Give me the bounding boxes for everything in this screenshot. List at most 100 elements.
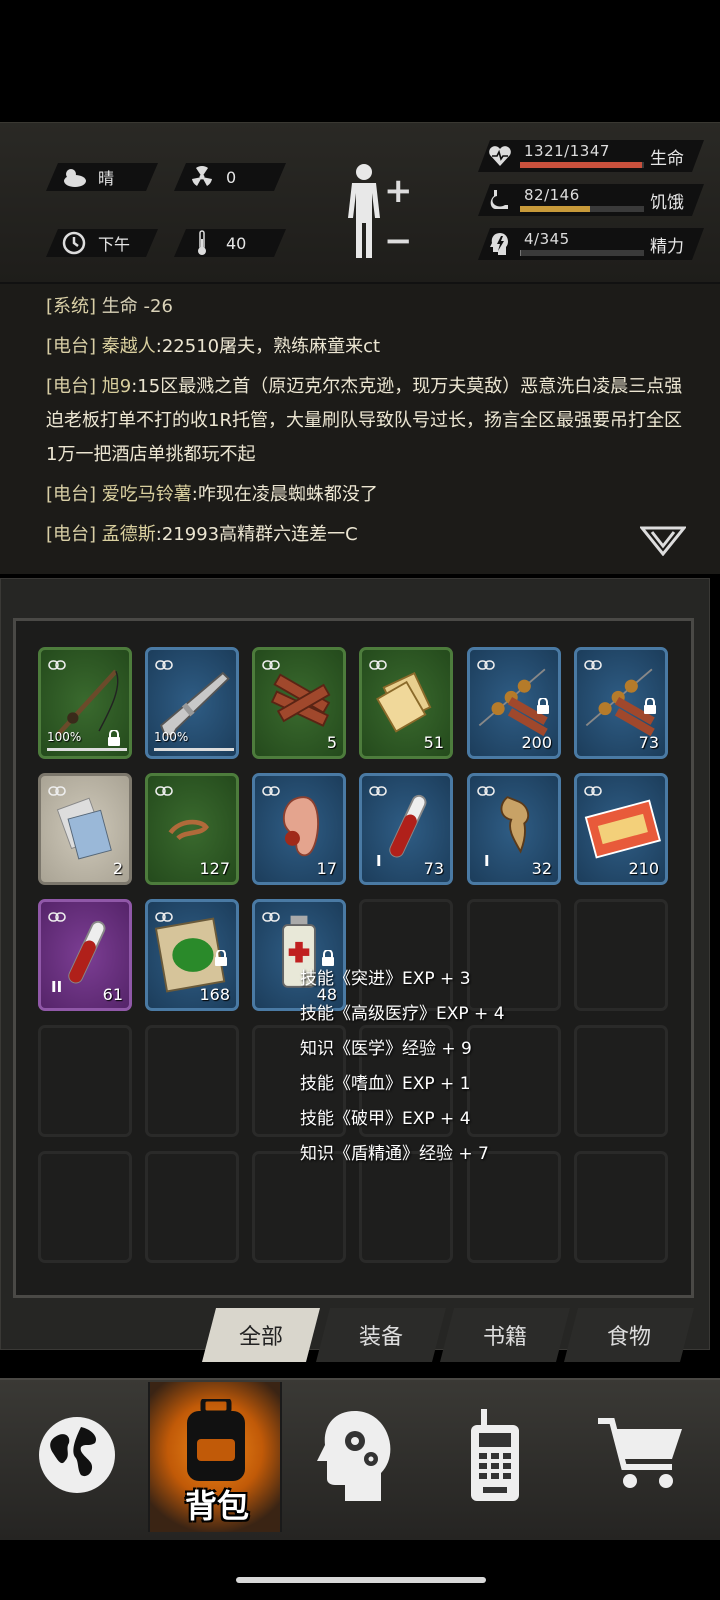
- durability-bar: [47, 748, 127, 751]
- nav-backpack-button[interactable]: 背包: [148, 1382, 282, 1532]
- nav-map-button[interactable]: [12, 1382, 142, 1532]
- inventory-slot[interactable]: 200: [467, 647, 561, 759]
- inventory-slot[interactable]: 127: [145, 773, 239, 885]
- item-count: 168: [199, 985, 230, 1004]
- inventory-slot-empty[interactable]: [38, 1151, 132, 1263]
- link-icon: [369, 655, 387, 670]
- inventory-slot[interactable]: 17: [252, 773, 346, 885]
- exp-line: 技能《突进》EXP + 3: [300, 969, 471, 989]
- plus-icon[interactable]: +: [384, 171, 413, 211]
- lock-icon: [643, 697, 657, 714]
- inventory-slot[interactable]: 210: [574, 773, 668, 885]
- time-of-day-text: 下午: [98, 235, 131, 254]
- item-count: 210: [628, 859, 659, 878]
- inventory-slot[interactable]: 100%: [38, 647, 132, 759]
- life-bar: [520, 162, 644, 168]
- tier-badge: I: [376, 852, 382, 870]
- durability-bar: [154, 748, 234, 751]
- inventory-slot-empty[interactable]: [145, 1025, 239, 1137]
- log-line: [电台] 孟德斯:21993高精群六连差一C: [46, 524, 358, 545]
- time-pill: 下午: [46, 229, 158, 257]
- radiation-value: 0: [226, 167, 237, 187]
- item-count: 17: [316, 859, 337, 878]
- head-bolt-icon: [488, 232, 512, 256]
- exp-line: 技能《高级医疗》EXP + 4: [300, 1004, 505, 1024]
- link-icon: [584, 781, 602, 796]
- log-line: [系统] 生命 -26: [46, 296, 173, 317]
- link-icon: [369, 781, 387, 796]
- inventory-slot-empty[interactable]: [145, 1151, 239, 1263]
- inventory-slot[interactable]: 100%: [145, 647, 239, 759]
- item-count: 73: [638, 733, 659, 752]
- link-icon: [262, 907, 280, 922]
- lock-icon: [214, 949, 228, 966]
- temperature-value: 40: [226, 233, 247, 253]
- link-icon: [584, 655, 602, 670]
- home-indicator[interactable]: [236, 1577, 486, 1583]
- log-line: [电台] 爱吃马铃薯:咋现在凌晨蜘蛛都没了: [46, 484, 378, 505]
- energy-bar: [520, 250, 644, 256]
- log-line: [电台] 旭9:15区最溅之首（原迈克尔杰克逊，现万夫莫敌）恶意洗白凌晨三点强迫…: [46, 376, 683, 465]
- nav-shop-button[interactable]: [576, 1382, 706, 1532]
- radiation-icon: [188, 163, 216, 191]
- message-log[interactable]: [系统] 生命 -26 [电台] 秦越人:22510屠夫，熟练麻童来ct [电台…: [0, 282, 720, 574]
- inventory-slot[interactable]: 2: [38, 773, 132, 885]
- link-icon: [48, 655, 66, 670]
- heartbeat-icon: [488, 144, 512, 168]
- tier-badge: I: [484, 852, 490, 870]
- inventory-slot[interactable]: 168: [145, 899, 239, 1011]
- inventory-slot-empty[interactable]: [574, 1025, 668, 1137]
- link-icon: [48, 781, 66, 796]
- link-icon: [155, 781, 173, 796]
- hunger-label: 饥饿: [650, 193, 684, 213]
- expand-log-chevron-icon[interactable]: [638, 526, 688, 560]
- exp-line: 知识《医学》经验 + 9: [300, 1039, 472, 1059]
- inventory-slot[interactable]: I 73: [359, 773, 453, 885]
- link-icon: [155, 907, 173, 922]
- globe-icon: [35, 1413, 119, 1501]
- cloud-sun-icon: [60, 163, 88, 191]
- durability-text: 100%: [154, 730, 189, 744]
- energy-stat: 4/345 精力: [478, 228, 704, 260]
- item-count: 51: [423, 733, 444, 752]
- hunger-value: 82/146: [524, 186, 580, 204]
- inventory-slot[interactable]: II 61: [38, 899, 132, 1011]
- radio-icon: [465, 1407, 525, 1507]
- durability-text: 100%: [47, 730, 82, 744]
- inventory-slot[interactable]: 73: [574, 647, 668, 759]
- link-icon: [48, 907, 66, 922]
- inventory-slot-empty[interactable]: [574, 1151, 668, 1263]
- stomach-icon: [488, 188, 512, 212]
- inventory-slot[interactable]: 5: [252, 647, 346, 759]
- tab-food[interactable]: 食物: [564, 1308, 694, 1362]
- life-label: 生命: [650, 149, 684, 169]
- exp-line: 技能《破甲》EXP + 4: [300, 1109, 471, 1129]
- inventory-slot[interactable]: I 32: [467, 773, 561, 885]
- exp-line: 技能《嗜血》EXP + 1: [300, 1074, 471, 1094]
- link-icon: [262, 781, 280, 796]
- weather-pill: 晴: [46, 163, 158, 191]
- link-icon: [262, 655, 280, 670]
- lock-icon: [107, 729, 121, 746]
- inventory-slot-empty[interactable]: [38, 1025, 132, 1137]
- tab-all[interactable]: 全部: [202, 1308, 320, 1362]
- minus-icon[interactable]: −: [384, 221, 413, 261]
- body-status-figure[interactable]: [344, 163, 384, 263]
- energy-value: 4/345: [524, 230, 570, 248]
- cart-icon: [596, 1415, 686, 1499]
- exp-gain-popup: 技能《突进》EXP + 3 技能《高级医疗》EXP + 4 知识《医学》经验 +…: [300, 962, 560, 1172]
- hunger-stat: 82/146 饥饿: [478, 184, 704, 216]
- tab-equipment[interactable]: 装备: [316, 1308, 446, 1362]
- life-value: 1321/1347: [524, 142, 610, 160]
- inventory-slot-empty[interactable]: [574, 899, 668, 1011]
- item-count: 32: [531, 859, 552, 878]
- inventory-slot[interactable]: 51: [359, 647, 453, 759]
- tier-badge: II: [51, 978, 63, 996]
- hunger-bar: [520, 206, 644, 212]
- nav-skills-button[interactable]: [290, 1382, 420, 1532]
- nav-radio-button[interactable]: [430, 1382, 560, 1532]
- status-panel: 晴 0 下午 40 + − 1321/1347 生命 82/146 饥饿 4/3…: [0, 122, 720, 283]
- clock-icon: [60, 229, 88, 257]
- tab-books[interactable]: 书籍: [440, 1308, 570, 1362]
- weather-text: 晴: [98, 169, 115, 188]
